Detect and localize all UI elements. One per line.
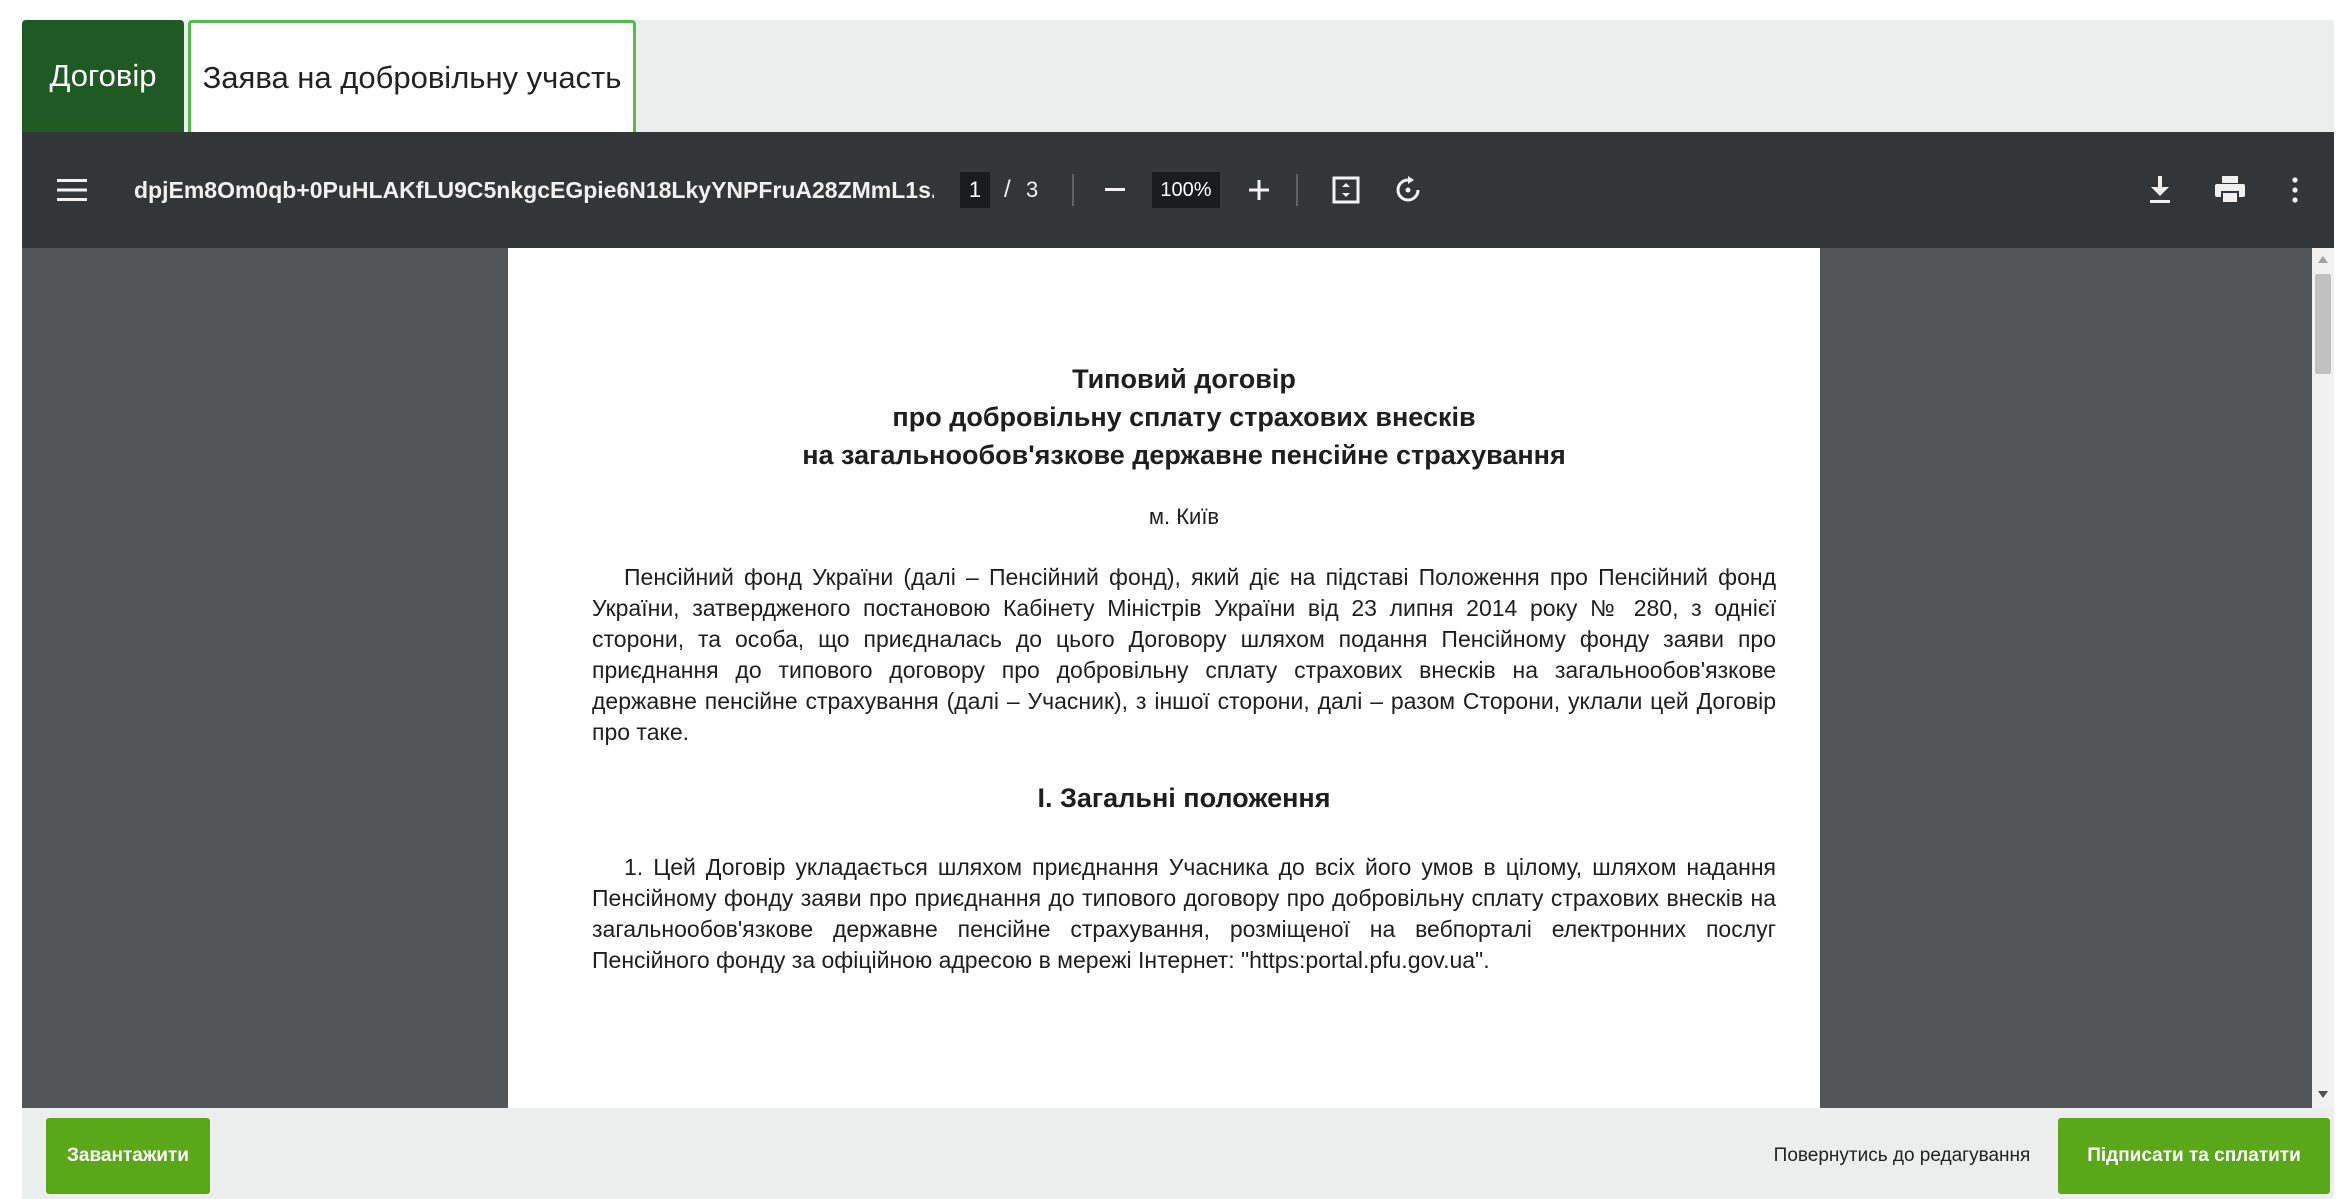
hamburger-menu-icon: [57, 179, 87, 201]
back-to-edit-button[interactable]: Повернутись до редагування: [1752, 1118, 2052, 1194]
tab-contract-label: Договір: [49, 58, 157, 93]
page: Договір Заява на добровільну участь dpjE…: [0, 0, 2339, 1199]
document-section-title: І. Загальні положення: [1037, 783, 1331, 813]
tab-application-label: Заява на добровільну участь: [202, 59, 622, 95]
document-clause-paragraph: 1. Цей Договір укладається шляхом приєдн…: [592, 854, 1776, 973]
file-name: dpjEm8Om0qb+0PuHLAKfLU9C5nkgcEGpie6N18Lk…: [134, 176, 934, 203]
fit-page-icon: [1332, 176, 1360, 204]
print-button[interactable]: [2208, 132, 2252, 248]
zoom-input[interactable]: 100%: [1152, 172, 1220, 208]
rotate-button[interactable]: [1388, 132, 1428, 248]
zoom-out-button[interactable]: [1100, 132, 1130, 248]
minus-icon: [1105, 188, 1125, 191]
toolbar-divider: [1296, 174, 1298, 206]
document-page: Типовий договір про добровільну сплату с…: [508, 248, 1820, 1108]
more-vertical-icon: [2292, 177, 2298, 203]
download-button[interactable]: [2140, 132, 2180, 248]
document-title-line: про добровільну сплату страхових внесків: [892, 402, 1476, 432]
download-document-button[interactable]: Завантажити: [46, 1118, 210, 1194]
more-options-button[interactable]: [2280, 132, 2310, 248]
tab-application[interactable]: Заява на добровільну участь: [188, 20, 636, 132]
scroll-down-arrow-icon[interactable]: [2318, 1091, 2328, 1098]
download-icon: [2150, 176, 2170, 203]
plus-icon: [1249, 180, 1269, 200]
scroll-thumb[interactable]: [2315, 274, 2331, 374]
toolbar-divider: [1072, 174, 1074, 206]
pdf-viewer: dpjEm8Om0qb+0PuHLAKfLU9C5nkgcEGpie6N18Lk…: [22, 132, 2334, 1108]
zoom-in-button[interactable]: [1244, 132, 1274, 248]
tab-contract[interactable]: Договір: [22, 20, 184, 132]
scrollbar[interactable]: [2312, 248, 2334, 1108]
pdf-toolbar: dpjEm8Om0qb+0PuHLAKfLU9C5nkgcEGpie6N18Lk…: [22, 132, 2334, 248]
print-icon: [2215, 176, 2245, 204]
menu-button[interactable]: [52, 132, 92, 248]
document-title-line: на загальнообов'язкове державне пенсійне…: [802, 440, 1566, 470]
tabs-bar: Договір Заява на добровільну участь: [22, 20, 2334, 132]
page-separator: /: [1004, 176, 1011, 203]
page-total: 3: [1026, 177, 1039, 202]
document-title-line: Типовий договір: [1072, 364, 1296, 394]
document-city: м. Київ: [1148, 504, 1220, 529]
page-number-input[interactable]: 1: [960, 172, 990, 208]
fit-to-page-button[interactable]: [1326, 132, 1366, 248]
scroll-up-arrow-icon[interactable]: [2318, 256, 2328, 263]
sign-and-pay-button[interactable]: Підписати та сплатити: [2058, 1118, 2330, 1194]
rotate-icon: [1396, 176, 1420, 202]
document-intro-paragraph: Пенсійний фонд України (далі – Пенсійний…: [592, 564, 1776, 745]
action-bar: Завантажити Повернутись до редагування П…: [22, 1108, 2334, 1199]
